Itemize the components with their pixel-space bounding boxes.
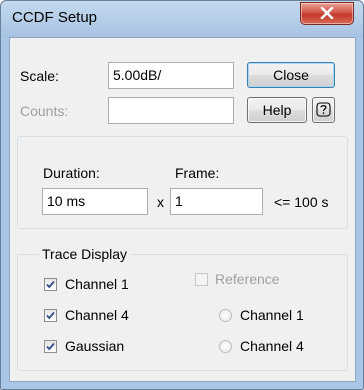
ccdf-setup-dialog: CCDF Setup Scale: 5.00dB/ Close Counts: … [0, 0, 364, 390]
help-button[interactable]: Help [247, 97, 307, 123]
reference-channel-1-radio[interactable] [219, 309, 232, 322]
checkmark-icon [46, 280, 55, 289]
multiplier-label: x [157, 194, 164, 210]
reference-checkbox[interactable] [195, 273, 208, 286]
reference-channel-1-radio-label: Channel 1 [240, 307, 304, 323]
frame-limit-label: <= 100 s [274, 194, 329, 210]
checkmark-icon [46, 342, 55, 351]
duration-label: Duration: [43, 165, 100, 181]
frame-label: Frame: [175, 165, 220, 181]
duration-frame-group [17, 136, 348, 229]
gaussian-checkbox[interactable] [44, 340, 57, 353]
counts-label: Counts: [20, 103, 69, 119]
close-x-icon [320, 7, 334, 19]
window-title: CCDF Setup [12, 9, 98, 26]
frame-input[interactable]: 1 [170, 188, 263, 215]
context-help-button[interactable] [312, 97, 335, 123]
channel-4-checkbox[interactable] [44, 309, 57, 322]
reference-channel-4-radio[interactable] [219, 340, 232, 353]
channel-1-checkbox[interactable] [44, 278, 57, 291]
trace-display-legend: Trace Display [39, 246, 131, 262]
channel-4-checkbox-label: Channel 4 [65, 307, 129, 323]
scale-input[interactable]: 5.00dB/ [108, 62, 234, 89]
counts-input[interactable] [108, 97, 234, 124]
close-button[interactable]: Close [247, 62, 335, 88]
duration-input[interactable]: 10 ms [42, 188, 148, 215]
reference-checkbox-label: Reference [215, 271, 280, 287]
scale-label: Scale: [20, 68, 59, 84]
checkmark-icon [46, 311, 55, 320]
channel-1-checkbox-label: Channel 1 [65, 276, 129, 292]
context-help-icon [316, 102, 331, 117]
gaussian-checkbox-label: Gaussian [65, 338, 125, 354]
title-bar[interactable]: CCDF Setup [1, 1, 363, 37]
dialog-client-area: Scale: 5.00dB/ Close Counts: Help Durati… [9, 37, 356, 382]
window-close-button[interactable] [300, 2, 354, 25]
reference-channel-4-radio-label: Channel 4 [240, 338, 304, 354]
